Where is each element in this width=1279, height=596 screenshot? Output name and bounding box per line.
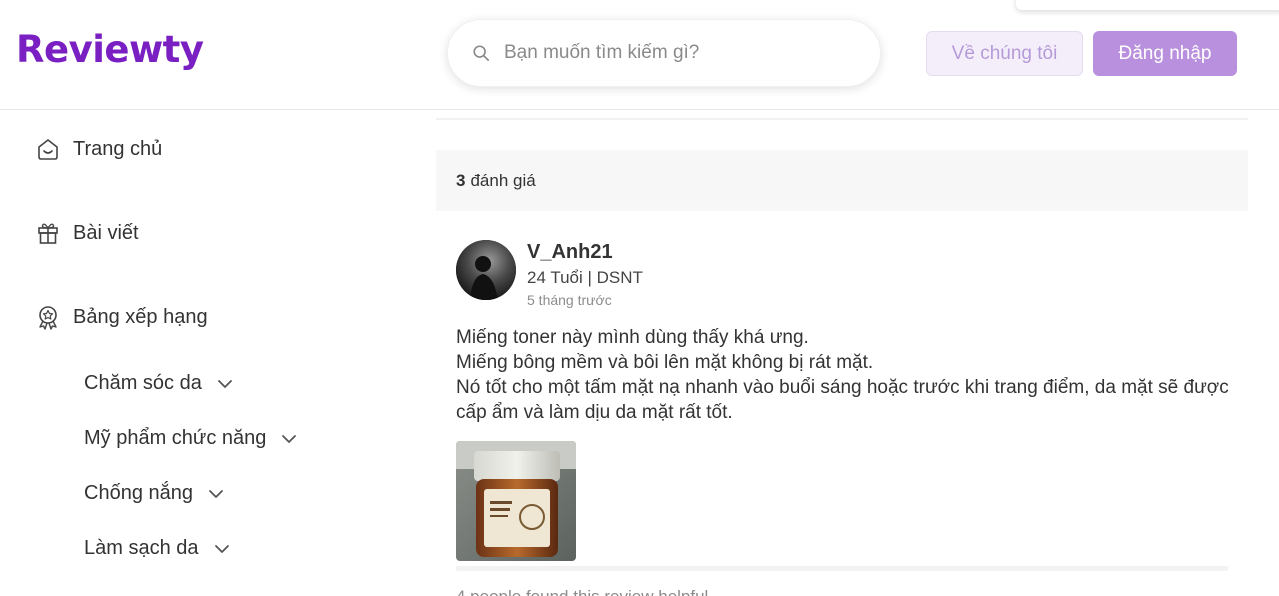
dropdown-edge xyxy=(1016,0,1279,10)
header: Reviewty Về chúng tôi Đăng nhập xyxy=(0,0,1279,110)
product-jar-image xyxy=(456,441,576,561)
review-user-info: 24 Tuổi | DSNT xyxy=(527,268,643,287)
avatar[interactable] xyxy=(456,240,516,300)
sidebar-item-posts[interactable]: Bài viết xyxy=(35,220,139,246)
category-label: Làm sạch da xyxy=(84,537,199,559)
review-username[interactable]: V_Anh21 xyxy=(527,241,613,264)
review-count-label: đánh giá xyxy=(470,170,536,190)
category-cleansing[interactable]: Làm sạch da xyxy=(84,537,231,560)
login-button[interactable]: Đăng nhập xyxy=(1093,31,1237,76)
review-count-bar: 3 đánh giá xyxy=(436,150,1248,211)
search-box[interactable] xyxy=(447,19,881,87)
sidebar-item-label: Trang chủ xyxy=(73,137,163,160)
chevron-down-icon xyxy=(217,379,232,388)
category-label: Chăm sóc da xyxy=(84,372,202,394)
review-count: 3 xyxy=(456,170,466,190)
helpful-count: 4 people found this review helpful xyxy=(456,587,708,596)
divider xyxy=(456,566,1228,571)
home-icon xyxy=(38,139,58,160)
sidebar-item-ranking[interactable]: Bảng xếp hạng xyxy=(35,304,208,330)
sidebar-item-label: Bài viết xyxy=(73,221,139,244)
review-photo[interactable] xyxy=(456,441,576,561)
review-line: Miếng toner này mình dùng thấy khá ưng. xyxy=(456,327,809,348)
gift-icon xyxy=(38,223,58,244)
category-sunscreen[interactable]: Chống nắng xyxy=(84,482,225,505)
chevron-down-icon xyxy=(214,544,229,553)
review-line: Nó tốt cho một tấm mặt nạ nhanh vào buổi… xyxy=(456,377,1229,423)
sidebar-item-label: Bảng xếp hạng xyxy=(73,305,208,328)
category-functional-cosmetics[interactable]: Mỹ phẩm chức năng xyxy=(84,427,298,450)
logo[interactable]: Reviewty xyxy=(16,28,204,71)
search-input[interactable] xyxy=(504,42,844,64)
about-button[interactable]: Về chúng tôi xyxy=(926,31,1083,76)
divider xyxy=(436,118,1248,120)
avatar-image xyxy=(456,240,516,300)
category-label: Chống nắng xyxy=(84,482,193,504)
review-line: Miếng bông mềm và bôi lên mặt không bị r… xyxy=(456,352,874,373)
sidebar-item-home[interactable]: Trang chủ xyxy=(35,136,162,162)
search-icon xyxy=(473,45,490,62)
category-skincare[interactable]: Chăm sóc da xyxy=(84,372,234,395)
chevron-down-icon xyxy=(282,434,297,443)
chevron-down-icon xyxy=(209,489,223,498)
category-label: Mỹ phẩm chức năng xyxy=(84,427,267,449)
review-time: 5 tháng trước xyxy=(527,292,612,308)
award-icon xyxy=(39,306,57,330)
review-body: Miếng toner này mình dùng thấy khá ưng. … xyxy=(456,325,1236,425)
